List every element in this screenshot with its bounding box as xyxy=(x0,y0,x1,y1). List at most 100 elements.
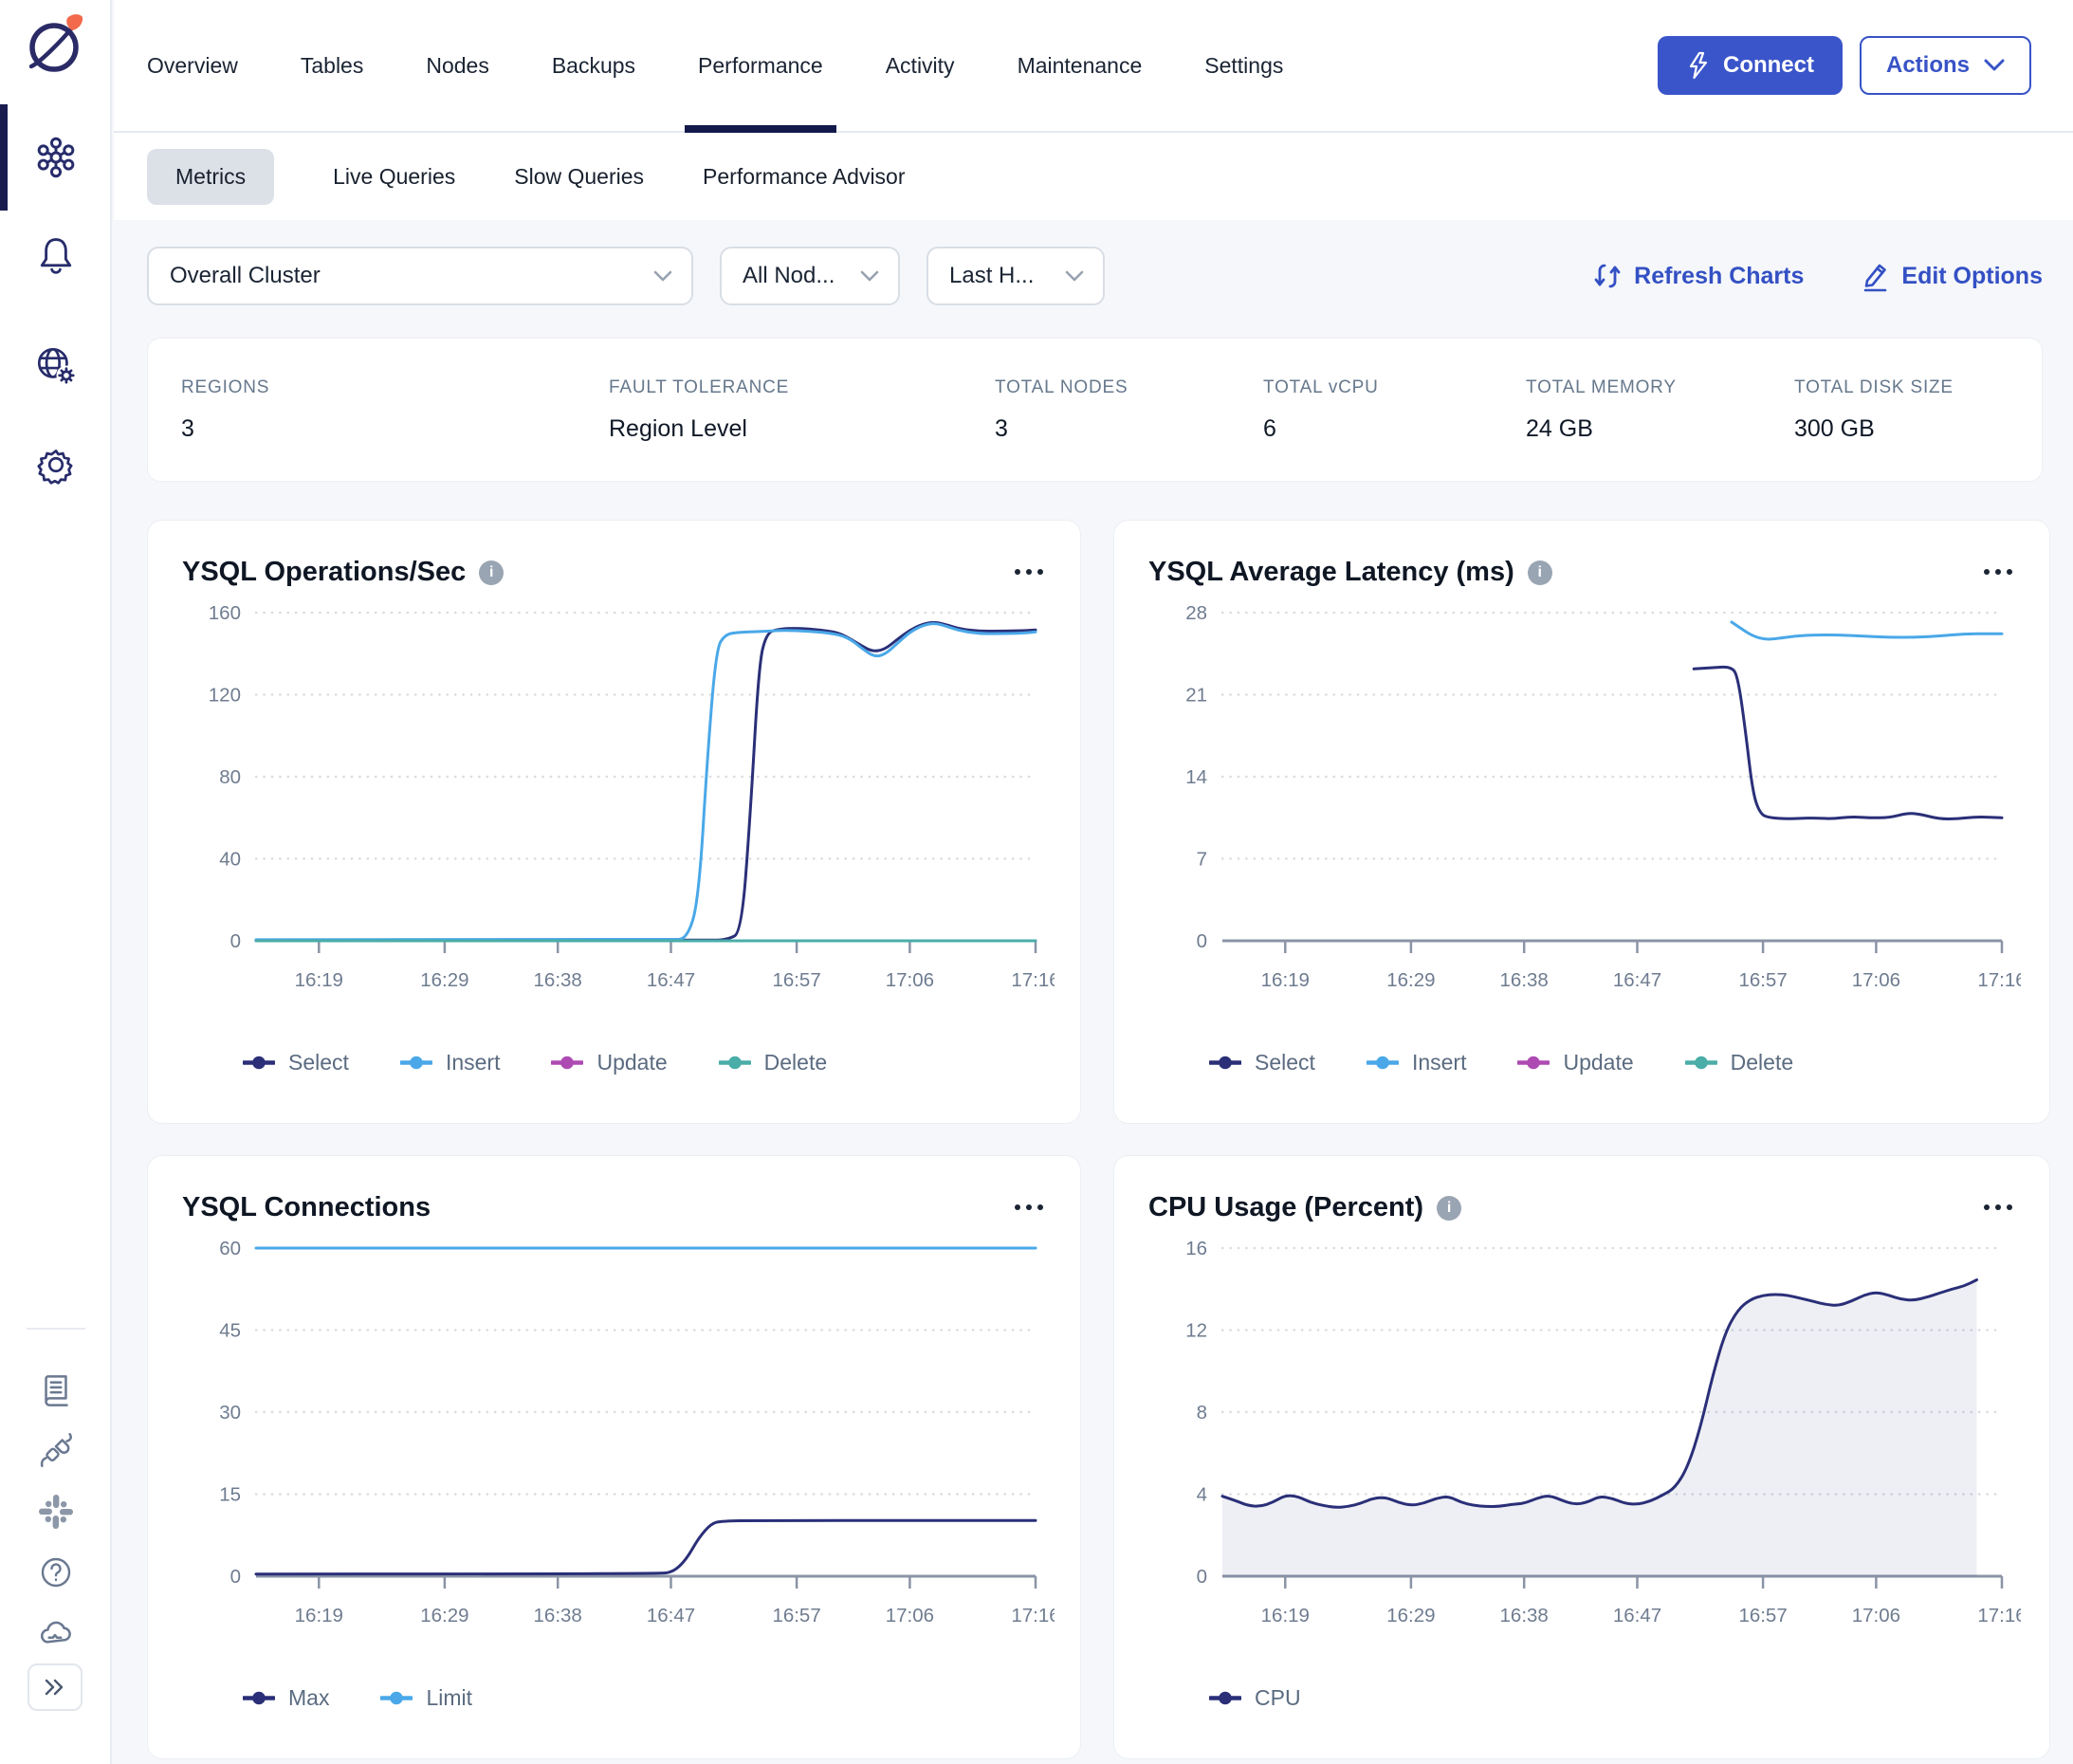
legend-item-cpu[interactable]: CPU xyxy=(1209,1685,1301,1711)
edit-options-label: Edit Options xyxy=(1901,263,2043,290)
lightning-icon xyxy=(1686,51,1711,80)
svg-text:16:47: 16:47 xyxy=(647,1605,695,1626)
legend-item-update[interactable]: Update xyxy=(551,1050,667,1075)
time-range-select[interactable]: Last H... xyxy=(926,247,1105,305)
svg-text:17:06: 17:06 xyxy=(886,969,934,991)
info-icon[interactable] xyxy=(1437,1196,1461,1221)
globe-settings-icon xyxy=(32,342,80,390)
stat-fault-tolerance: FAULT TOLERANCE Region Level xyxy=(609,377,995,443)
cluster-select-value: Overall Cluster xyxy=(170,263,321,289)
connect-button[interactable]: Connect xyxy=(1658,36,1843,95)
performance-subtabs: Metrics Live Queries Slow Queries Perfor… xyxy=(114,133,2073,220)
subtab-slow-queries[interactable]: Slow Queries xyxy=(514,164,644,190)
chart-canvas: 01530456016:1916:2916:3816:4716:5717:061… xyxy=(182,1233,1052,1661)
svg-text:12: 12 xyxy=(1185,1320,1207,1342)
stat-value: 300 GB xyxy=(1794,415,2042,443)
chart-legend: Select Insert Update Delete xyxy=(1209,1050,2021,1075)
legend-item-select[interactable]: Select xyxy=(1209,1050,1315,1075)
svg-text:16:38: 16:38 xyxy=(534,969,582,991)
sidebar-expand-button[interactable] xyxy=(28,1663,83,1711)
svg-text:0: 0 xyxy=(1197,930,1207,952)
edit-options-button[interactable]: Edit Options xyxy=(1859,260,2043,292)
svg-text:16:29: 16:29 xyxy=(420,1605,468,1626)
chart-legend: CPU xyxy=(1209,1685,2021,1711)
tab-activity[interactable]: Activity xyxy=(886,0,955,131)
sidebar-item-settings[interactable] xyxy=(0,419,112,510)
sidebar-item-clusters[interactable] xyxy=(0,112,112,203)
sidebar-divider xyxy=(27,1328,85,1330)
chevron-down-icon xyxy=(860,270,879,283)
gear-icon xyxy=(32,441,80,488)
svg-text:16:19: 16:19 xyxy=(295,1605,343,1626)
edit-pencil-icon xyxy=(1859,260,1889,292)
cluster-stats-bar: REGIONS 3 FAULT TOLERANCE Region Level T… xyxy=(147,338,2043,482)
legend-item-insert[interactable]: Insert xyxy=(1367,1050,1467,1075)
chart-menu-icon[interactable] xyxy=(1006,1194,1052,1222)
stat-label: REGIONS xyxy=(181,377,609,398)
svg-text:16:19: 16:19 xyxy=(1261,1605,1310,1626)
yugabyte-logo[interactable] xyxy=(0,0,112,95)
legend-marker-icon xyxy=(551,1056,583,1070)
chart-card-ysql-latency: YSQL Average Latency (ms) 0714212816:191… xyxy=(1113,520,2050,1124)
sidebar xyxy=(0,0,112,1764)
legend-item-select[interactable]: Select xyxy=(243,1050,349,1075)
info-icon[interactable] xyxy=(479,560,504,585)
chart-menu-icon[interactable] xyxy=(1006,559,1052,587)
legend-item-max[interactable]: Max xyxy=(243,1685,329,1711)
stat-value: 3 xyxy=(181,415,609,443)
svg-text:45: 45 xyxy=(219,1320,241,1342)
expand-icon xyxy=(42,1676,68,1699)
chart-menu-icon[interactable] xyxy=(1975,559,2021,587)
tab-backups[interactable]: Backups xyxy=(552,0,635,131)
legend-label: Insert xyxy=(446,1050,501,1075)
legend-label: Max xyxy=(288,1685,329,1711)
tab-performance[interactable]: Performance xyxy=(698,0,823,131)
tab-nodes[interactable]: Nodes xyxy=(426,0,488,131)
nodes-select[interactable]: All Nod... xyxy=(720,247,900,305)
subtab-metrics[interactable]: Metrics xyxy=(147,149,274,205)
actions-button[interactable]: Actions xyxy=(1860,36,2031,95)
legend-marker-icon xyxy=(1209,1691,1241,1705)
svg-text:4: 4 xyxy=(1197,1484,1207,1506)
tab-maintenance[interactable]: Maintenance xyxy=(1018,0,1143,131)
legend-item-insert[interactable]: Insert xyxy=(400,1050,501,1075)
subtab-performance-advisor[interactable]: Performance Advisor xyxy=(703,164,905,190)
legend-item-limit[interactable]: Limit xyxy=(380,1685,472,1711)
clusters-icon xyxy=(32,134,80,181)
refresh-charts-button[interactable]: Refresh Charts xyxy=(1593,260,1804,292)
cluster-select[interactable]: Overall Cluster xyxy=(147,247,693,305)
stat-label: TOTAL NODES xyxy=(995,377,1263,398)
legend-item-update[interactable]: Update xyxy=(1517,1050,1633,1075)
svg-text:16:29: 16:29 xyxy=(1386,1605,1435,1626)
sidebar-item-network[interactable] xyxy=(0,321,112,412)
svg-text:0: 0 xyxy=(1197,1566,1207,1588)
svg-text:0: 0 xyxy=(230,930,241,952)
svg-text:21: 21 xyxy=(1185,685,1207,707)
stat-value: 3 xyxy=(995,415,1263,443)
legend-marker-icon xyxy=(1367,1056,1399,1070)
stat-value: Region Level xyxy=(609,415,995,443)
stat-label: TOTAL MEMORY xyxy=(1526,377,1794,398)
refresh-charts-label: Refresh Charts xyxy=(1634,263,1804,290)
legend-marker-icon xyxy=(400,1056,432,1070)
chart-title: YSQL Connections xyxy=(182,1192,431,1223)
refresh-icon xyxy=(1593,260,1622,292)
legend-item-delete[interactable]: Delete xyxy=(1685,1050,1793,1075)
chart-menu-icon[interactable] xyxy=(1975,1194,2021,1222)
legend-item-delete[interactable]: Delete xyxy=(719,1050,827,1075)
chart-canvas: 0408012016016:1916:2916:3816:4716:5717:0… xyxy=(182,597,1052,1025)
legend-label: Delete xyxy=(1731,1050,1793,1075)
legend-label: Limit xyxy=(426,1685,472,1711)
stat-label: TOTAL DISK SIZE xyxy=(1794,377,2042,398)
sidebar-item-alerts[interactable] xyxy=(0,211,112,302)
svg-text:60: 60 xyxy=(219,1238,241,1259)
info-icon[interactable] xyxy=(1528,560,1552,585)
svg-text:160: 160 xyxy=(209,602,241,624)
svg-text:80: 80 xyxy=(219,766,241,788)
tab-overview[interactable]: Overview xyxy=(147,0,238,131)
svg-text:17:06: 17:06 xyxy=(886,1605,934,1626)
subtab-live-queries[interactable]: Live Queries xyxy=(333,164,455,190)
cloud-status-icon xyxy=(34,1611,78,1655)
tab-tables[interactable]: Tables xyxy=(301,0,363,131)
tab-settings[interactable]: Settings xyxy=(1204,0,1283,131)
